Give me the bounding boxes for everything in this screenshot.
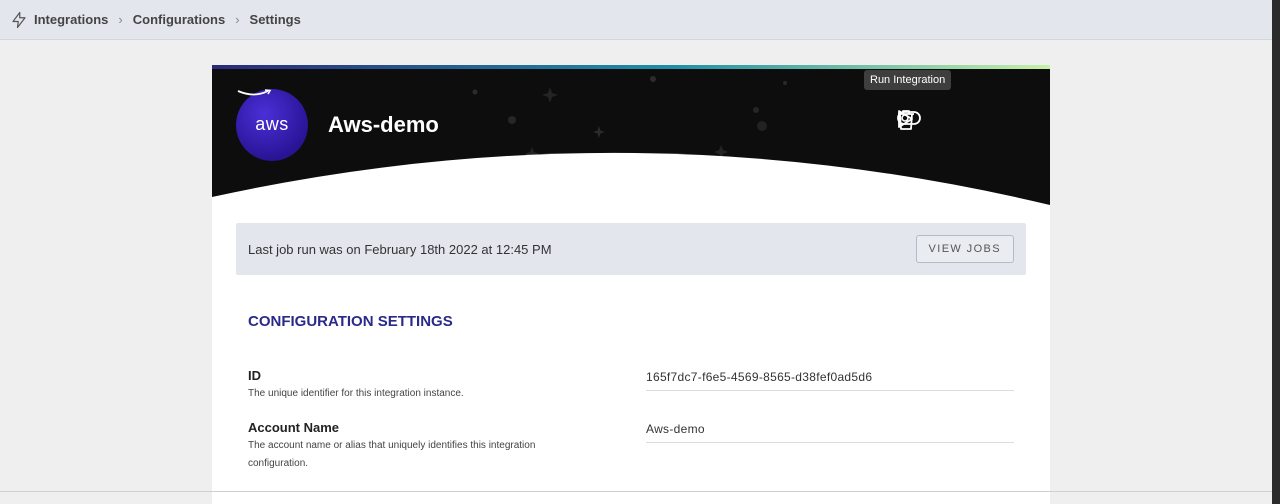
integration-card: aws Aws-demo Run Integration Last job ru… <box>212 65 1050 504</box>
chevron-right-icon: › <box>118 12 123 27</box>
chevron-right-icon: › <box>235 12 240 27</box>
trash-icon <box>898 110 914 130</box>
last-job-banner: Last job run was on February 18th 2022 a… <box>236 223 1026 275</box>
integration-title: Aws-demo <box>328 112 439 137</box>
toggle-integration-button[interactable] <box>897 109 964 135</box>
section-title: CONFIGURATION SETTINGS <box>248 313 453 330</box>
field-label-account-name: Account Name <box>248 420 340 435</box>
field-help-id: The unique identifier for this integrati… <box>248 388 464 399</box>
window-edge <box>1272 0 1280 504</box>
breadcrumb-integrations[interactable]: Integrations <box>34 12 108 27</box>
account-name-field[interactable]: Aws-demo <box>646 419 1014 443</box>
field-help-account-name: The account name or alias that uniquely … <box>248 440 536 469</box>
bolt-icon <box>12 11 26 28</box>
field-label-id: ID <box>248 368 261 383</box>
run-integration-tooltip: Run Integration <box>864 70 952 90</box>
delete-integration-button[interactable] <box>898 109 1006 135</box>
integration-header: aws Aws-demo Run Integration <box>212 65 1050 205</box>
breadcrumb: Integrations › Configurations › Settings <box>0 0 1272 40</box>
breadcrumb-settings: Settings <box>249 12 301 27</box>
aws-logo: aws <box>236 89 308 161</box>
smile-arrow-icon <box>237 89 272 96</box>
logo-text: aws <box>255 113 289 134</box>
id-field[interactable]: 165f7dc7-f6e5-4569-8565-d38fef0ad5d6 <box>646 367 1014 391</box>
view-jobs-button[interactable]: VIEW JOBS <box>915 235 1014 263</box>
breadcrumb-configurations[interactable]: Configurations <box>133 12 225 27</box>
last-job-message: Last job run was on February 18th 2022 a… <box>248 241 552 257</box>
bottom-divider <box>0 491 1272 492</box>
